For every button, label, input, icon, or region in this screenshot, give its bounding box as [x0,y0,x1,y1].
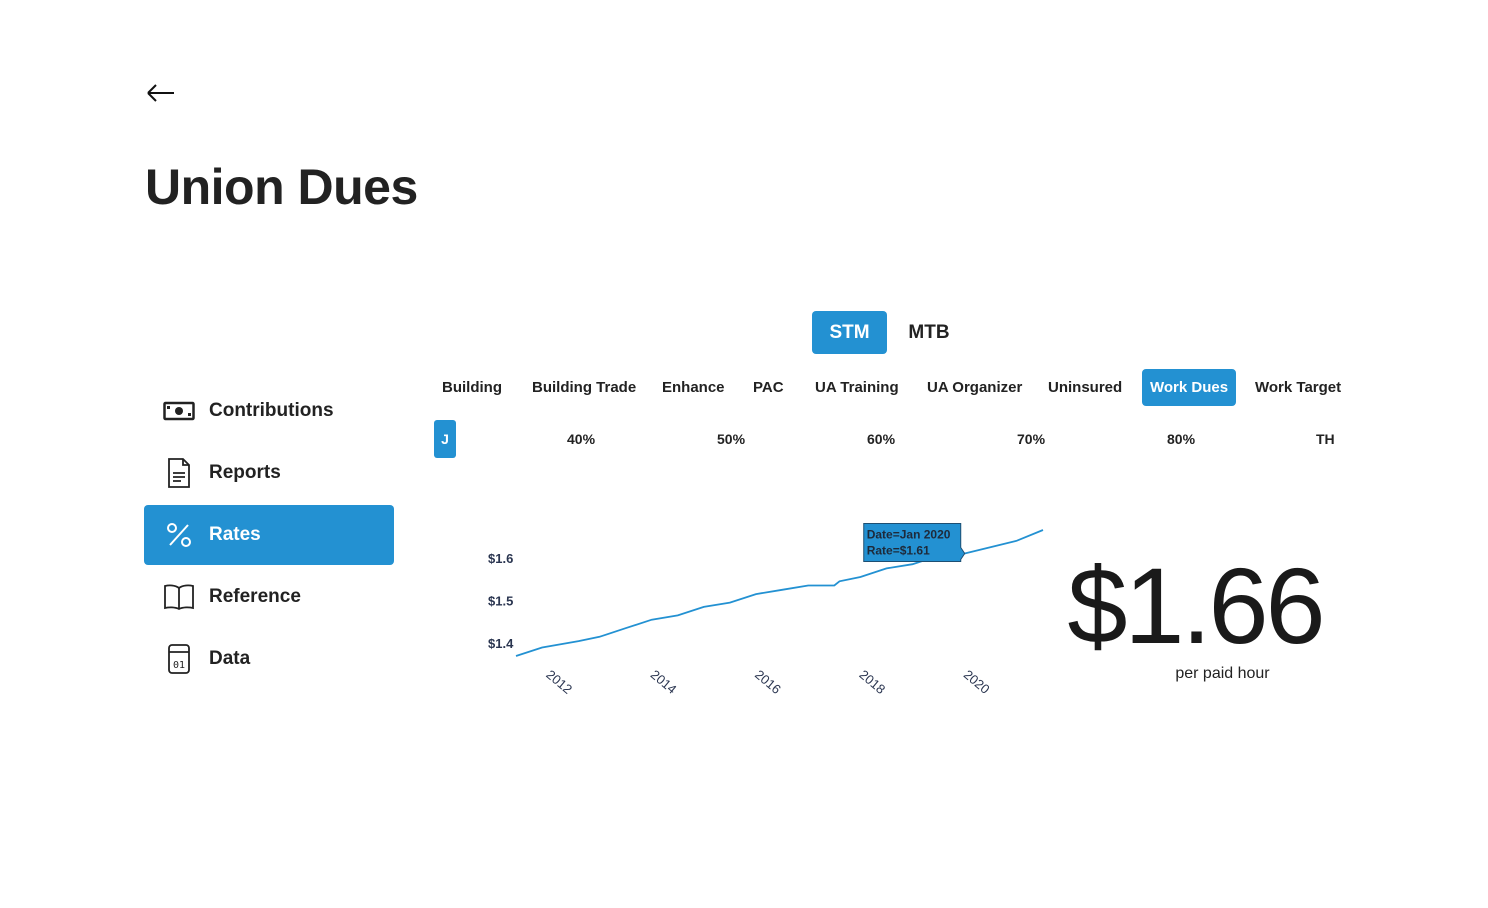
tab-work-target[interactable]: Work Target [1247,369,1349,406]
percent-option-50[interactable]: 50% [717,420,745,458]
sidebar-item-data[interactable]: 01 Data [144,629,394,689]
tab-work-dues[interactable]: Work Dues [1142,369,1237,406]
sidebar-item-label: Reference [209,586,301,607]
y-tick-label: $1.5 [488,593,513,608]
tab-ua-organizer[interactable]: UA Organizer [919,369,1030,406]
sidebar-item-contributions[interactable]: Contributions [144,381,394,441]
rate-line-chart: $1.4 $1.5 $1.6 2012 2014 2016 2018 2020 Date=Jan… [488,522,1044,697]
tab-uninsured[interactable]: Uninsured [1040,369,1130,406]
percent-option-80[interactable]: 80% [1167,420,1195,458]
series-line [515,529,1044,657]
tab-pac[interactable]: PAC [745,369,792,406]
tab-enhance[interactable]: Enhance [654,369,733,406]
tooltip-date: Date=Jan 2020 [867,527,951,541]
sidebar-item-reports[interactable]: Reports [144,443,394,503]
sidebar: Contributions Reports Rates Reference 01… [144,381,394,691]
percent-option-th[interactable]: TH [1316,420,1335,458]
x-tick-label: 2012 [543,667,575,697]
sidebar-item-label: Contributions [209,400,334,421]
percent-option-40[interactable]: 40% [567,420,595,458]
book-icon [163,581,195,613]
sidebar-item-label: Rates [209,524,261,545]
svg-text:01: 01 [173,660,185,671]
arrow-left-icon [146,83,176,107]
x-tick-label: 2014 [648,667,680,697]
tab-building-trade[interactable]: Building Trade [524,369,644,406]
x-tick-label: 2020 [961,667,993,697]
sidebar-item-reference[interactable]: Reference [144,567,394,627]
sidebar-item-rates[interactable]: Rates [144,505,394,565]
percent-option-60[interactable]: 60% [867,420,895,458]
back-button[interactable] [146,80,182,110]
tab-ua-training[interactable]: UA Training [807,369,907,406]
y-tick-label: $1.6 [488,551,513,566]
percent-row: J 40% 50% 60% 70% 80% TH [434,420,1354,458]
data-file-icon: 01 [163,643,195,675]
toggle-stm[interactable]: STM [812,311,887,354]
document-icon [163,457,195,489]
y-tick-label: $1.4 [488,636,514,651]
x-tick-label: 2016 [752,667,784,697]
toggle-mtb[interactable]: MTB [895,311,963,354]
x-tick-label: 2018 [856,667,888,697]
percent-icon [163,519,195,551]
sidebar-item-label: Reports [209,462,281,483]
page-title: Union Dues [145,159,418,215]
tooltip-rate: Rate=$1.61 [867,543,930,557]
current-rate-unit: per paid hour [1175,665,1270,682]
current-rate-value: $1.66 [1067,545,1325,666]
percent-option-j[interactable]: J [434,420,456,458]
percent-option-70[interactable]: 70% [1017,420,1045,458]
tab-building[interactable]: Building [434,369,510,406]
banknote-icon [163,395,195,427]
sidebar-item-label: Data [209,648,251,669]
